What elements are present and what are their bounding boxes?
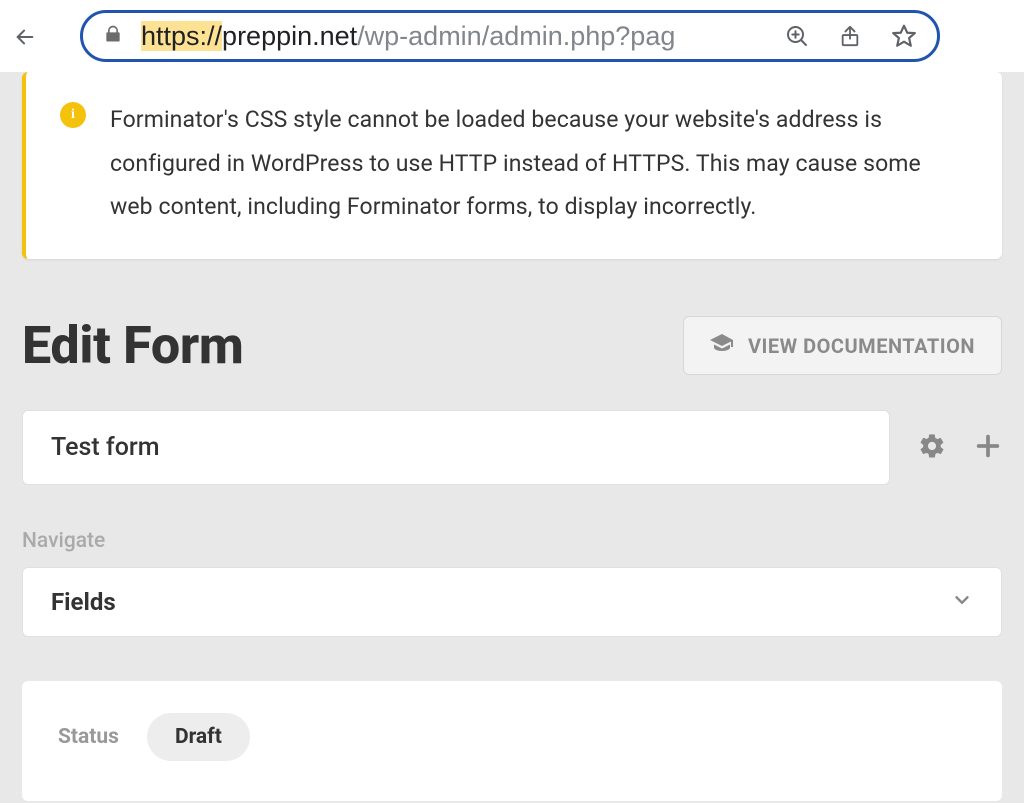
navigate-select[interactable]: Fields xyxy=(22,567,1002,637)
navigate-label: Navigate xyxy=(22,529,1002,553)
info-icon: i xyxy=(60,102,86,128)
status-row: Status Draft xyxy=(58,713,966,761)
star-icon[interactable] xyxy=(891,23,917,49)
address-bar[interactable]: https://preppin.net/wp-admin/admin.php?p… xyxy=(80,10,940,62)
status-pill: Draft xyxy=(147,713,250,761)
lock-icon xyxy=(103,23,123,49)
add-button[interactable] xyxy=(974,432,1002,464)
warning-notice: i Forminator's CSS style cannot be loade… xyxy=(22,72,1002,259)
browser-chrome: https://preppin.net/wp-admin/admin.php?p… xyxy=(0,0,1024,72)
page-header: Edit Form VIEW DOCUMENTATION xyxy=(22,315,1002,376)
admin-area: i Forminator's CSS style cannot be loade… xyxy=(0,72,1024,803)
address-url: https://preppin.net/wp-admin/admin.php?p… xyxy=(141,21,771,52)
page-title: Edit Form xyxy=(22,315,244,376)
settings-button[interactable] xyxy=(918,432,946,464)
navigate-selected: Fields xyxy=(51,588,116,616)
share-icon[interactable] xyxy=(839,24,861,48)
view-documentation-label: VIEW DOCUMENTATION xyxy=(748,334,975,358)
back-button[interactable] xyxy=(14,20,46,52)
graduation-cap-icon xyxy=(710,333,734,358)
warning-text: Forminator's CSS style cannot be loaded … xyxy=(110,98,962,229)
chevron-down-icon xyxy=(951,589,973,615)
zoom-icon[interactable] xyxy=(785,24,809,48)
status-card: Status Draft xyxy=(22,681,1002,801)
status-label: Status xyxy=(58,725,119,749)
view-documentation-button[interactable]: VIEW DOCUMENTATION xyxy=(683,316,1002,375)
form-name-row: Test form xyxy=(22,410,1002,485)
form-name-input[interactable]: Test form xyxy=(22,410,890,485)
